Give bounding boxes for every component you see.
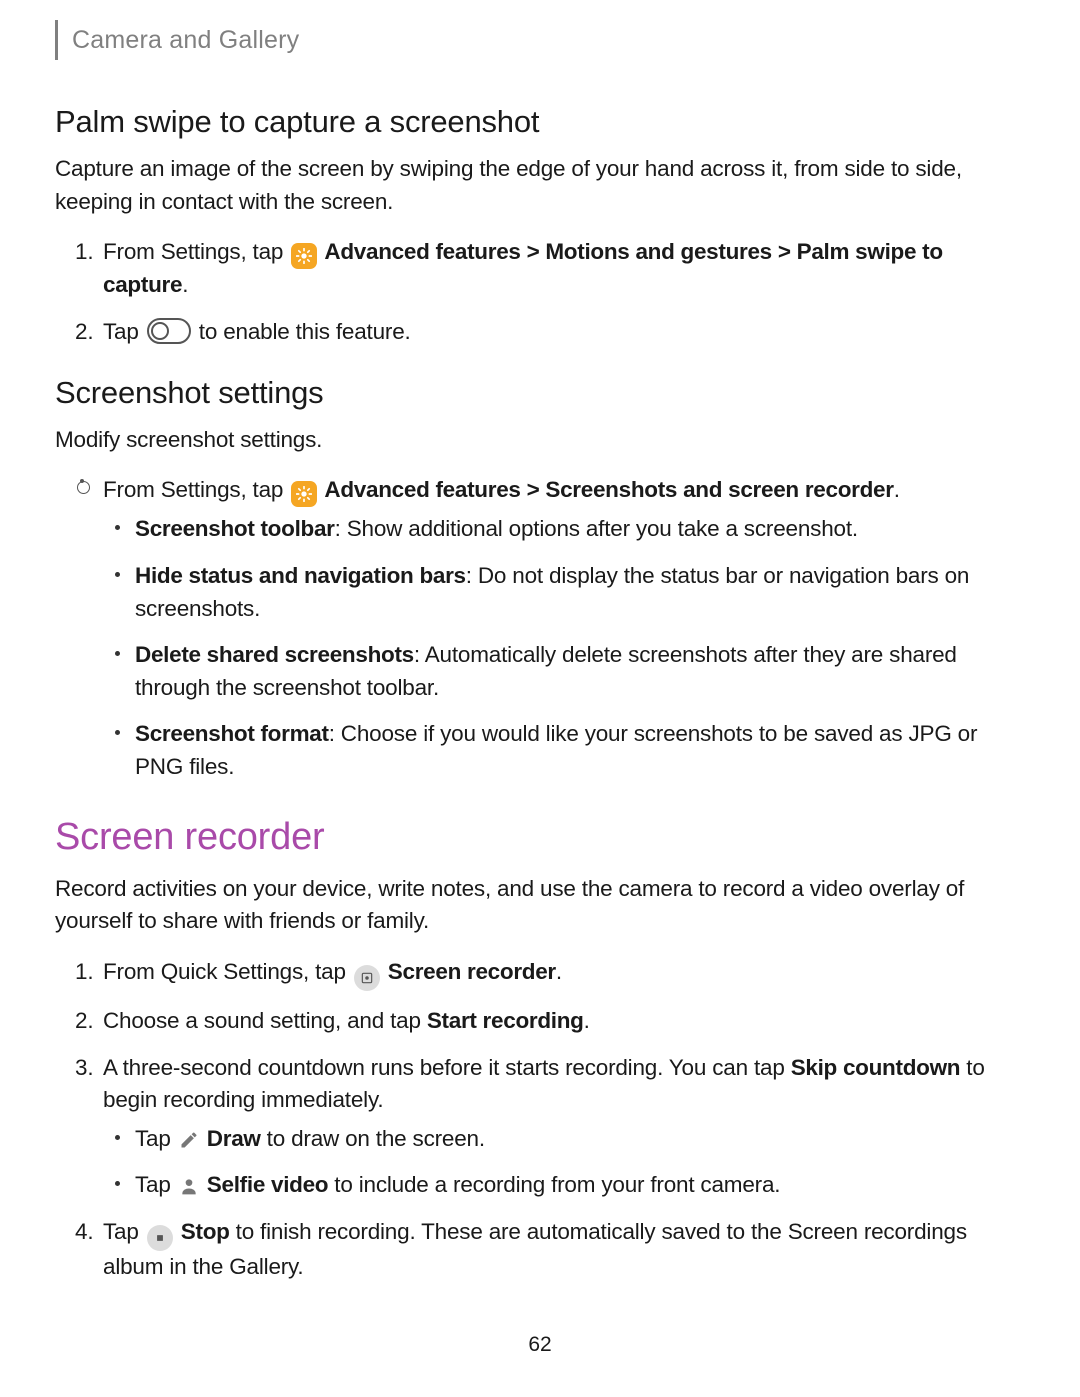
text: to enable this feature. <box>193 319 411 344</box>
heading-screenshot-settings: Screenshot settings <box>55 371 1025 416</box>
advanced-features-icon <box>291 481 317 507</box>
toggle-icon <box>147 318 191 344</box>
list-item: Delete shared screenshots: Automatically… <box>135 639 1025 704</box>
step: Choose a sound setting, and tap Start re… <box>103 1005 1025 1038</box>
text: Tap <box>135 1172 177 1197</box>
text: A three-second countdown runs before it … <box>103 1055 791 1080</box>
text: . <box>584 1008 590 1033</box>
list-item: Screenshot format: Choose if you would l… <box>135 718 1025 783</box>
step: A three-second countdown runs before it … <box>103 1052 1025 1203</box>
text: to include a recording from your front c… <box>328 1172 780 1197</box>
step: From Settings, tap Advanced features > M… <box>103 236 1025 302</box>
text: Choose a sound setting, and tap <box>103 1008 427 1033</box>
paragraph: Capture an image of the screen by swipin… <box>55 153 1025 218</box>
list-item: Screenshot toolbar: Show additional opti… <box>135 513 1025 546</box>
term: Screenshot format <box>135 721 329 746</box>
text: . <box>894 477 900 502</box>
label: Draw <box>207 1126 261 1151</box>
text: From Settings, tap <box>103 239 289 264</box>
screen-recorder-icon <box>354 965 380 991</box>
paragraph: Record activities on your device, write … <box>55 873 1025 938</box>
label: Selfie video <box>207 1172 328 1197</box>
pencil-icon <box>178 1129 200 1151</box>
manual-page: Camera and Gallery Palm swipe to capture… <box>0 0 1080 1284</box>
step: Tap Stop to finish recording. These are … <box>103 1216 1025 1284</box>
step: From Quick Settings, tap Screen recorder… <box>103 956 1025 991</box>
text: From Quick Settings, tap <box>103 959 352 984</box>
text: Tap <box>103 319 145 344</box>
bullet-list: Tap Draw to draw on the screen. Tap Self… <box>103 1123 1025 1202</box>
label: Skip countdown <box>791 1055 961 1080</box>
breadcrumb: Camera and Gallery <box>55 20 1025 60</box>
text: to draw on the screen. <box>261 1126 485 1151</box>
label: Screen recorder <box>382 959 556 984</box>
text: From Settings, tap <box>103 477 289 502</box>
page-number: 62 <box>0 1333 1080 1357</box>
text: . <box>556 959 562 984</box>
heading-palm-swipe: Palm swipe to capture a screenshot <box>55 100 1025 145</box>
step: Tap to enable this feature. <box>103 316 1025 349</box>
list-item: Hide status and navigation bars: Do not … <box>135 560 1025 625</box>
text: Tap <box>135 1126 177 1151</box>
text: Tap <box>103 1219 145 1244</box>
person-icon <box>178 1175 200 1197</box>
advanced-features-icon <box>291 243 317 269</box>
text: . <box>182 272 188 297</box>
list-item: From Settings, tap Advanced features > S… <box>103 474 1025 783</box>
label: Stop <box>181 1219 230 1244</box>
stop-icon <box>147 1225 173 1251</box>
circle-list: From Settings, tap Advanced features > S… <box>55 474 1025 783</box>
list-item: Tap Selfie video to include a recording … <box>135 1169 1025 1202</box>
nav-path: Advanced features > Screenshots and scre… <box>319 477 893 502</box>
heading-screen-recorder: Screen recorder <box>55 810 1025 865</box>
ordered-steps: From Quick Settings, tap Screen recorder… <box>55 956 1025 1284</box>
list-item: Tap Draw to draw on the screen. <box>135 1123 1025 1156</box>
text: to finish recording. These are automatic… <box>103 1219 967 1279</box>
term: Delete shared screenshots <box>135 642 414 667</box>
desc: : Show additional options after you take… <box>335 516 858 541</box>
bullet-list: Screenshot toolbar: Show additional opti… <box>103 513 1025 783</box>
term: Screenshot toolbar <box>135 516 335 541</box>
ordered-steps: From Settings, tap Advanced features > M… <box>55 236 1025 348</box>
label: Start recording <box>427 1008 584 1033</box>
paragraph: Modify screenshot settings. <box>55 424 1025 457</box>
term: Hide status and navigation bars <box>135 563 466 588</box>
